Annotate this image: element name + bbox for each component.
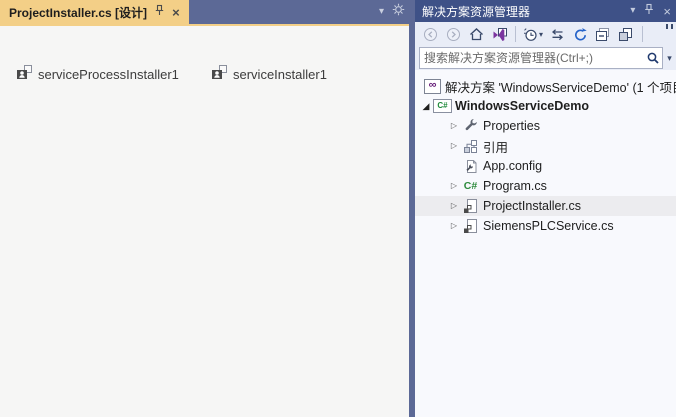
solution-tree: ∞ 解决方案 'WindowsServiceDemo' (1 个项目) ◢ C#… — [415, 70, 676, 417]
tree-item-references[interactable]: ▷ 引用 — [415, 136, 676, 156]
expander-expanded-icon[interactable]: ◢ — [419, 102, 433, 111]
solution-explorer-panel: 解决方案资源管理器 ▾ × — [415, 0, 676, 417]
show-all-files-icon[interactable] — [616, 23, 636, 45]
expander-collapsed-icon[interactable]: ▷ — [447, 222, 461, 230]
collapse-all-icon[interactable] — [593, 23, 613, 45]
forward-icon[interactable] — [443, 23, 463, 45]
panel-title: 解决方案资源管理器 — [420, 3, 630, 20]
component-file-icon — [461, 198, 480, 214]
chevron-down-icon[interactable]: ▾ — [379, 7, 384, 17]
sync-active-document-icon[interactable] — [547, 23, 567, 45]
search-input[interactable] — [420, 51, 644, 65]
tree-item-label: App.config — [483, 159, 542, 173]
component-file-icon — [461, 218, 480, 234]
component-serviceprocessinstaller[interactable]: serviceProcessInstaller1 — [16, 64, 179, 85]
close-icon[interactable]: × — [663, 5, 671, 18]
csharp-project-icon: C# — [433, 99, 452, 113]
tree-item-label: Program.cs — [483, 179, 547, 193]
search-row: ▾ — [415, 46, 676, 70]
component-icon — [211, 64, 228, 85]
designer-surface[interactable]: serviceProcessInstaller1 serviceInstalle… — [0, 26, 409, 417]
titlebar-actions: ▾ × — [630, 2, 671, 20]
tree-item-solution[interactable]: ∞ 解决方案 'WindowsServiceDemo' (1 个项目) — [415, 76, 676, 96]
tree-item-programcs[interactable]: ▷ C# Program.cs — [415, 176, 676, 196]
pin-icon[interactable] — [644, 2, 654, 20]
tab-projectinstaller-design[interactable]: ProjectInstaller.cs [设计] × — [0, 0, 189, 24]
tree-item-label: Properties — [483, 119, 540, 133]
component-serviceinstaller[interactable]: serviceInstaller1 — [211, 64, 327, 85]
document-tabstrip: ProjectInstaller.cs [设计] × ▾ — [0, 0, 409, 26]
refresh-icon[interactable] — [570, 23, 590, 45]
tree-item-label: ProjectInstaller.cs — [483, 199, 581, 213]
expander-collapsed-icon[interactable]: ▷ — [447, 142, 461, 150]
vs-window: ProjectInstaller.cs [设计] × ▾ — [0, 0, 676, 417]
toolbar-separator — [642, 26, 643, 42]
tree-item-label: SiemensPLCService.cs — [483, 219, 614, 233]
tree-item-projectinstallercs[interactable]: ▷ ProjectInstaller.cs — [415, 196, 676, 216]
tab-title: ProjectInstaller.cs [设计] — [9, 4, 147, 21]
back-icon[interactable] — [420, 23, 440, 45]
search-options-dropdown[interactable]: ▾ — [663, 53, 676, 64]
chevron-down-icon[interactable]: ▾ — [630, 6, 635, 16]
tree-item-project-windowsservicedemo[interactable]: ◢ C# WindowsServiceDemo — [415, 96, 676, 116]
component-label: serviceProcessInstaller1 — [38, 67, 179, 82]
toolbar-separator — [515, 26, 516, 42]
tree-item-label: WindowsServiceDemo — [455, 99, 589, 113]
config-file-icon — [461, 159, 480, 174]
tree-item-label: 引用 — [483, 137, 508, 156]
solution-explorer-titlebar[interactable]: 解决方案资源管理器 ▾ × — [415, 0, 676, 22]
search-icon[interactable] — [644, 51, 662, 65]
switch-views-icon[interactable] — [489, 23, 509, 45]
solution-explorer-toolbar: ▾ — [415, 22, 676, 46]
expander-collapsed-icon[interactable]: ▷ — [447, 202, 461, 210]
solution-icon: ∞ — [423, 79, 442, 94]
pin-icon[interactable] — [154, 3, 165, 21]
tree-item-appconfig[interactable]: App.config — [415, 156, 676, 176]
home-icon[interactable] — [466, 23, 486, 45]
expander-collapsed-icon[interactable]: ▷ — [447, 122, 461, 130]
tree-item-properties[interactable]: ▷ Properties — [415, 116, 676, 136]
pending-changes-filter-icon[interactable]: ▾ — [522, 23, 544, 45]
component-label: serviceInstaller1 — [233, 67, 327, 82]
gear-icon[interactable] — [392, 3, 405, 21]
references-icon — [461, 139, 480, 154]
component-icon — [16, 64, 33, 85]
clipped-toolbar-icon[interactable] — [666, 24, 673, 29]
document-pane: ProjectInstaller.cs [设计] × ▾ — [0, 0, 409, 417]
expander-collapsed-icon[interactable]: ▷ — [447, 182, 461, 190]
tree-item-label: 解决方案 'WindowsServiceDemo' (1 个项目) — [445, 77, 676, 96]
close-icon[interactable]: × — [172, 6, 180, 19]
tabstrip-actions: ▾ — [379, 0, 405, 24]
search-box — [419, 47, 663, 69]
tree-item-siemensplcservicecs[interactable]: ▷ SiemensPLCService.cs — [415, 216, 676, 236]
csharp-file-icon: C# — [461, 180, 480, 192]
wrench-icon — [461, 119, 480, 133]
dropdown-icon: ▾ — [539, 30, 543, 39]
